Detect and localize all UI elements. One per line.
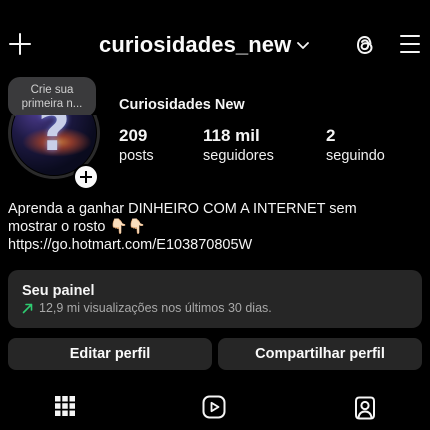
add-story-plus-icon[interactable] — [73, 164, 99, 190]
stat-followers-label: seguidores — [203, 148, 274, 164]
tagged-icon — [355, 396, 375, 420]
profile-tabs — [0, 388, 430, 430]
stat-following-value: 2 — [326, 126, 336, 145]
bio-line-2: mostrar o rosto 👇🏻👇🏻 — [8, 219, 146, 235]
stat-posts-value: 209 — [119, 126, 148, 145]
edit-profile-button[interactable]: Editar perfil — [8, 338, 212, 370]
stat-posts[interactable]: 209 posts — [119, 126, 154, 166]
stat-following-label: seguindo — [326, 148, 385, 164]
account-switcher[interactable]: curiosidades_new — [99, 30, 310, 60]
tab-reels[interactable] — [150, 388, 280, 430]
stat-followers[interactable]: 118 mil seguidores — [203, 126, 274, 166]
dashboard-panel[interactable]: Seu painel 12,9 mi visualizações nos últ… — [8, 270, 422, 328]
dashboard-title: Seu painel — [22, 283, 95, 299]
bio-line-1: Aprenda a ganhar DINHEIRO COM A INTERNET… — [8, 201, 357, 217]
dashboard-subtitle-row: 12,9 mi visualizações nos últimos 30 dia… — [22, 301, 272, 315]
stat-following[interactable]: 2 seguindo — [326, 126, 385, 166]
bio: Aprenda a ganhar DINHEIRO COM A INTERNET… — [8, 200, 422, 254]
dashboard-subtitle: 12,9 mi visualizações nos últimos 30 dia… — [39, 301, 272, 315]
bio-link[interactable]: https://go.hotmart.com/E103870805W — [8, 236, 422, 254]
note-text-line1: Crie sua — [30, 84, 74, 96]
threads-icon[interactable] — [352, 32, 378, 58]
top-bar: curiosidades_new — [0, 24, 430, 66]
username: curiosidades_new — [99, 32, 292, 57]
trend-up-icon — [22, 303, 33, 313]
stat-followers-value: 118 mil — [203, 126, 260, 145]
reels-icon — [202, 395, 226, 419]
stat-posts-label: posts — [119, 148, 154, 164]
tab-tagged[interactable] — [300, 388, 430, 430]
tab-grid[interactable] — [0, 388, 130, 430]
grid-icon — [55, 396, 75, 416]
create-plus-icon[interactable] — [8, 32, 32, 56]
share-profile-button[interactable]: Compartilhar perfil — [218, 338, 422, 370]
note-text-line2: primeira n... — [21, 98, 83, 110]
note-bubble[interactable]: Crie sua primeira n... — [8, 77, 96, 117]
hamburger-menu-icon[interactable] — [398, 33, 422, 55]
display-name: Curiosidades New — [119, 97, 245, 113]
chevron-down-icon — [297, 42, 310, 49]
